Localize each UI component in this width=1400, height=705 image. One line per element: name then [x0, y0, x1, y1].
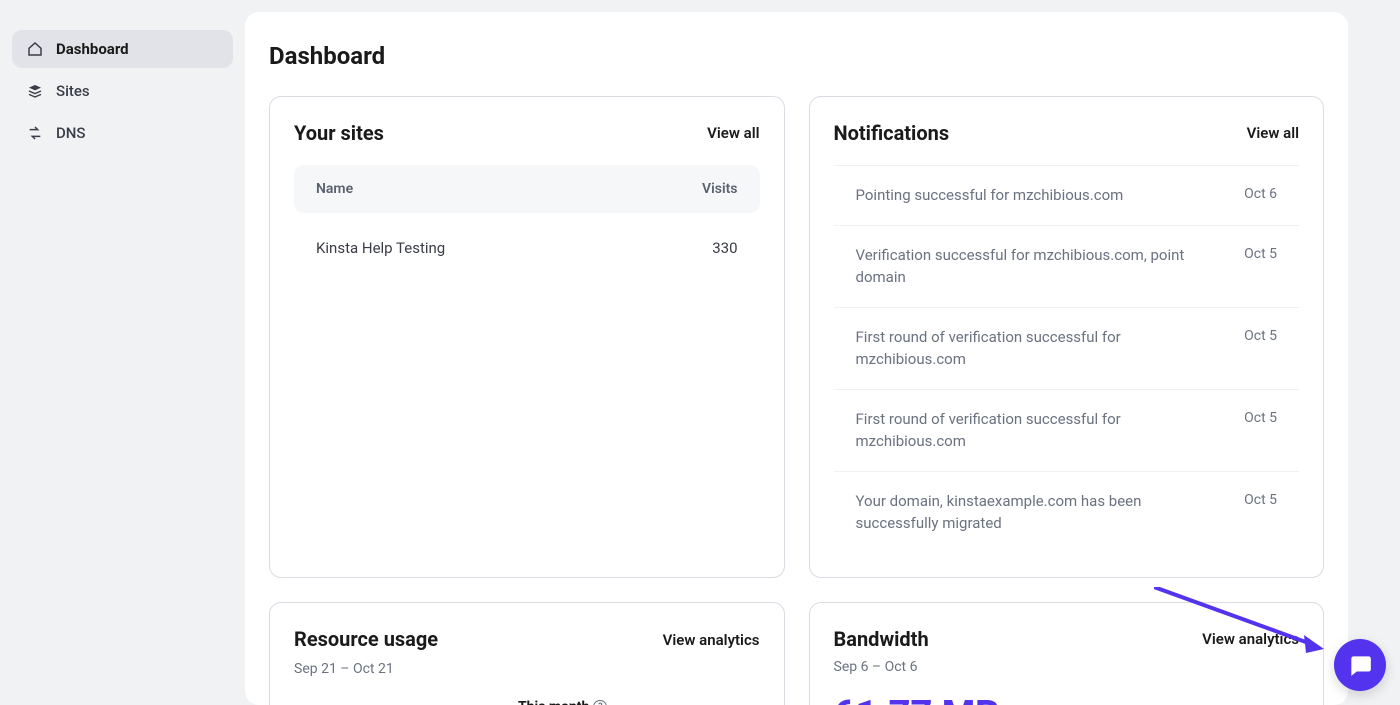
- bandwidth-title: Bandwidth: [834, 627, 929, 651]
- your-sites-view-all-link[interactable]: View all: [707, 124, 759, 142]
- notification-date: Oct 5: [1244, 490, 1277, 508]
- notification-text: Verification successful for mzchibious.c…: [856, 244, 1225, 289]
- notifications-view-all-link[interactable]: View all: [1247, 124, 1299, 142]
- resource-view-analytics-link[interactable]: View analytics: [663, 631, 760, 649]
- sidebar: Dashboard Sites DNS: [0, 0, 245, 705]
- sidebar-item-dns[interactable]: DNS: [12, 114, 233, 152]
- sidebar-item-label: Sites: [56, 82, 90, 100]
- sites-icon: [26, 82, 44, 100]
- sidebar-item-label: DNS: [56, 124, 86, 142]
- notification-row[interactable]: Verification successful for mzchibious.c…: [834, 225, 1300, 307]
- sites-col-visits: Visits: [702, 181, 737, 197]
- notification-row[interactable]: First round of verification successful f…: [834, 307, 1300, 389]
- notification-row[interactable]: Your domain, kinstaexample.com has been …: [834, 471, 1300, 553]
- notification-text: First round of verification successful f…: [856, 408, 1225, 453]
- chat-icon: [1347, 652, 1373, 678]
- resource-date-range: Sep 21 – Oct 21: [294, 661, 760, 677]
- site-name: Kinsta Help Testing: [316, 239, 445, 257]
- notification-text: First round of verification successful f…: [856, 326, 1225, 371]
- resource-usage-card: Resource usage View analytics Sep 21 – O…: [269, 602, 785, 705]
- help-icon[interactable]: ?: [593, 700, 607, 705]
- notification-row[interactable]: First round of verification successful f…: [834, 389, 1300, 471]
- sidebar-item-dashboard[interactable]: Dashboard: [12, 30, 233, 68]
- bandwidth-view-analytics-link[interactable]: View analytics: [1202, 630, 1299, 648]
- resource-usage-title: Resource usage: [294, 627, 438, 651]
- notification-date: Oct 6: [1244, 184, 1277, 202]
- notifications-title: Notifications: [834, 121, 950, 145]
- dashboard-icon: [26, 40, 44, 58]
- notification-date: Oct 5: [1244, 326, 1277, 344]
- notifications-card: Notifications View all Pointing successf…: [809, 96, 1325, 578]
- sites-table-header: Name Visits: [294, 165, 760, 213]
- sidebar-item-label: Dashboard: [56, 40, 129, 58]
- sites-col-name: Name: [316, 181, 353, 197]
- page-title: Dashboard: [269, 42, 1324, 70]
- notification-date: Oct 5: [1244, 244, 1277, 262]
- resource-donut-chart: [294, 695, 494, 705]
- bandwidth-date-range: Sep 6 – Oct 6: [834, 659, 1300, 675]
- main-panel: Dashboard Your sites View all Name Visit…: [245, 12, 1348, 705]
- legend-this-month: This month ?: [518, 699, 637, 705]
- site-visits: 330: [712, 239, 737, 257]
- chat-launcher-button[interactable]: [1334, 639, 1386, 691]
- notification-row[interactable]: Pointing successful for mzchibious.com O…: [834, 165, 1300, 225]
- your-sites-card: Your sites View all Name Visits Kinsta H…: [269, 96, 785, 578]
- notification-text: Your domain, kinstaexample.com has been …: [856, 490, 1225, 535]
- sidebar-item-sites[interactable]: Sites: [12, 72, 233, 110]
- resource-legend: This month ? Day 16 out of 30 Visits ?: [518, 695, 637, 705]
- bandwidth-value: 61.77 MB: [834, 693, 1300, 705]
- notification-date: Oct 5: [1244, 408, 1277, 426]
- site-row[interactable]: Kinsta Help Testing 330: [294, 223, 760, 273]
- your-sites-title: Your sites: [294, 121, 384, 145]
- notification-text: Pointing successful for mzchibious.com: [856, 184, 1225, 207]
- bandwidth-card: Bandwidth View analytics Sep 6 – Oct 6 6…: [809, 602, 1325, 705]
- dns-icon: [26, 124, 44, 142]
